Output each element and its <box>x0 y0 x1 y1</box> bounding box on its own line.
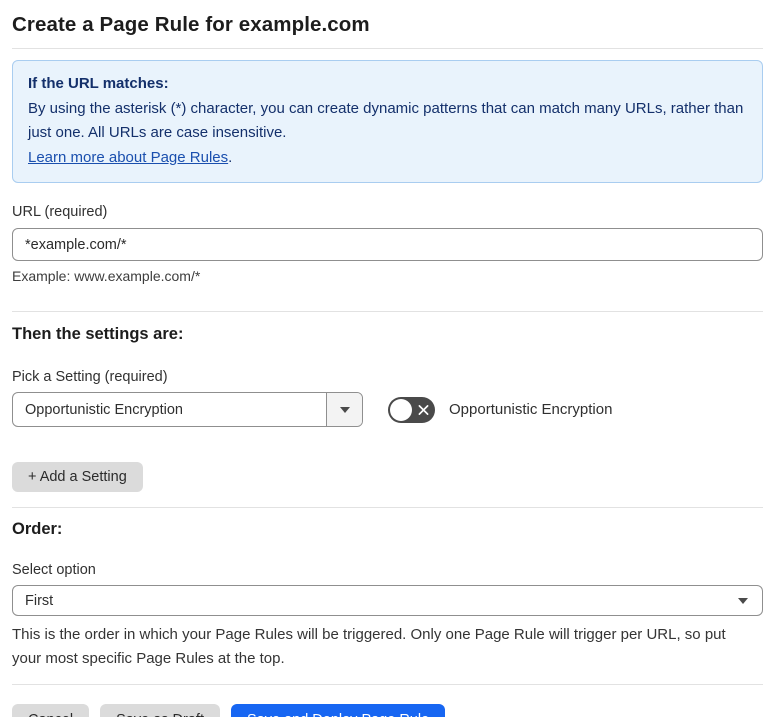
order-select-label: Select option <box>12 562 96 578</box>
order-help-text: This is the order in which your Page Rul… <box>12 626 726 667</box>
settings-section-heading: Then the settings are: <box>12 325 184 343</box>
info-callout-body: By using the asterisk (*) character, you… <box>28 97 747 146</box>
footer-actions: Cancel Save as Draft Save and Deploy Pag… <box>12 704 763 717</box>
order-select-value: First <box>25 592 54 609</box>
learn-more-link[interactable]: Learn more about Page Rules <box>28 149 228 166</box>
setting-select-arrow-button[interactable] <box>326 393 362 426</box>
setting-select[interactable]: Opportunistic Encryption <box>12 392 363 427</box>
setting-select-value: Opportunistic Encryption <box>25 401 183 418</box>
url-matches-info-callout: If the URL matches: By using the asteris… <box>12 60 763 183</box>
url-field-label: URL (required) <box>12 204 108 220</box>
opportunistic-encryption-toggle[interactable] <box>388 396 435 423</box>
save-as-draft-button[interactable]: Save as Draft <box>100 704 220 717</box>
cancel-button[interactable]: Cancel <box>12 704 90 717</box>
x-icon <box>418 404 429 415</box>
toggle-setting-label: Opportunistic Encryption <box>449 401 613 418</box>
setting-controls-row: Opportunistic Encryption Opportunistic E… <box>12 392 763 427</box>
url-input[interactable] <box>12 228 763 261</box>
save-and-deploy-button[interactable]: Save and Deploy Page Rule <box>230 704 446 717</box>
info-callout-link-line: Learn more about Page Rules. <box>28 146 747 171</box>
order-select[interactable]: First <box>12 585 763 616</box>
pick-setting-label: Pick a Setting (required) <box>12 369 168 385</box>
settings-section-divider <box>12 507 763 508</box>
url-section-divider <box>12 311 763 312</box>
title-divider <box>12 48 763 49</box>
toggle-knob <box>390 398 412 421</box>
chevron-down-icon <box>738 597 748 604</box>
footer-divider <box>12 684 763 685</box>
info-callout-heading: If the URL matches: <box>28 75 169 92</box>
create-page-rule-form: Create a Page Rule for example.com If th… <box>0 0 775 717</box>
chevron-down-icon <box>339 406 350 413</box>
add-setting-button[interactable]: + Add a Setting <box>12 462 143 492</box>
info-callout-body-text: By using the asterisk (*) character, you… <box>28 99 744 142</box>
link-suffix: . <box>228 148 233 166</box>
url-example-helper: Example: www.example.com/* <box>12 268 201 284</box>
order-section-heading: Order: <box>12 520 63 538</box>
page-title: Create a Page Rule for example.com <box>12 13 370 36</box>
